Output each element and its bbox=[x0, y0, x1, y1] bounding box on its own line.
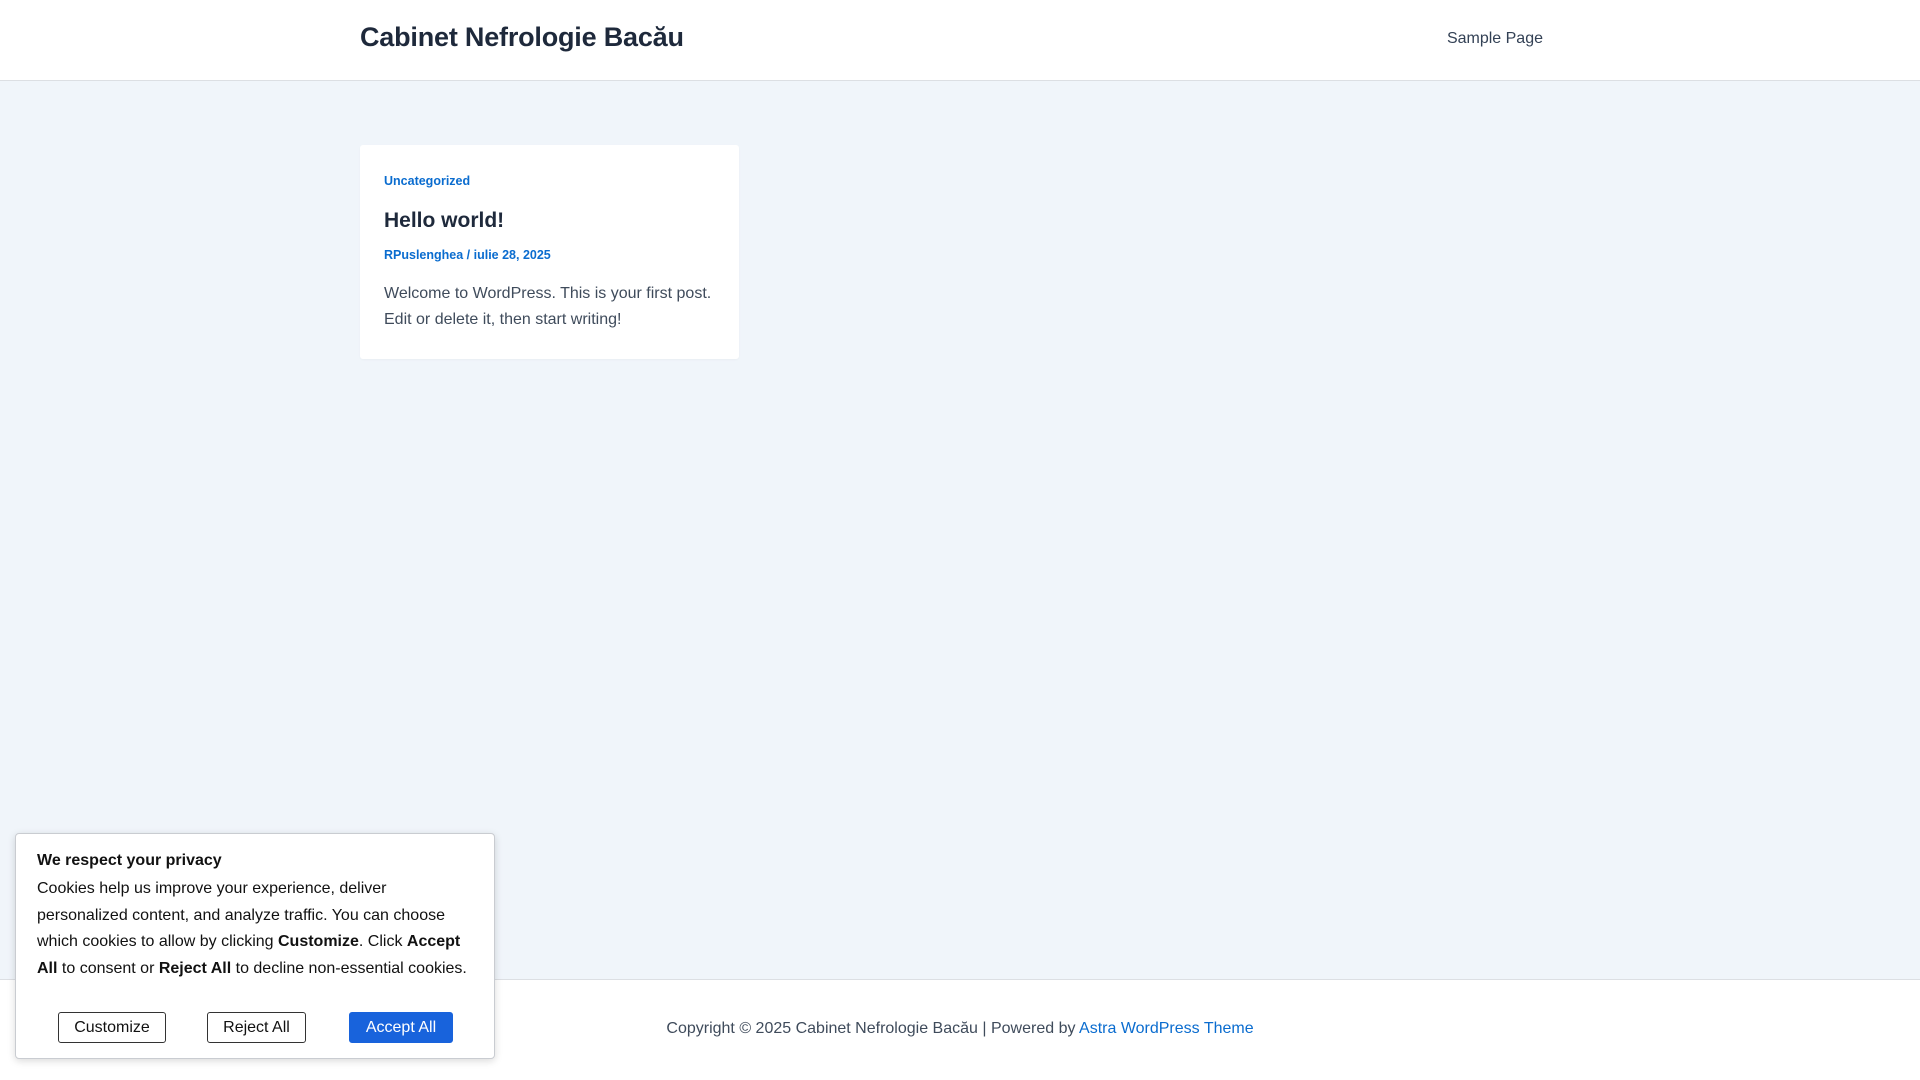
site-title-link[interactable]: Cabinet Nefrologie Bacău bbox=[360, 22, 684, 53]
cookie-banner-description: Cookies help us improve your experience,… bbox=[37, 876, 477, 982]
cookie-banner-title: We respect your privacy bbox=[37, 852, 222, 869]
post-meta: RPuslenghea / iulie 28, 2025 bbox=[384, 248, 551, 262]
post-excerpt: Welcome to WordPress. This is your first… bbox=[384, 285, 712, 328]
cookie-consent-banner: We respect your privacy Cookies help us … bbox=[15, 833, 495, 1059]
accept-all-button[interactable]: Accept All bbox=[349, 1012, 453, 1043]
site-header: Cabinet Nefrologie Bacău Sample Page bbox=[0, 0, 1920, 81]
nav-item-sample-page[interactable]: Sample Page bbox=[1447, 30, 1543, 48]
cookie-text-bold-customize: Customize bbox=[278, 933, 359, 950]
copyright-text: Copyright © 2025 Cabinet Nefrologie Bacă… bbox=[666, 1020, 1080, 1037]
reject-all-button[interactable]: Reject All bbox=[207, 1012, 306, 1043]
cookie-text-part: . Click bbox=[358, 933, 407, 950]
post-category-link[interactable]: Uncategorized bbox=[384, 174, 470, 188]
post-card: Uncategorized Hello world! RPuslenghea /… bbox=[360, 145, 739, 359]
customize-button[interactable]: Customize bbox=[58, 1012, 166, 1043]
astra-theme-link[interactable]: Astra WordPress Theme bbox=[1079, 1020, 1254, 1037]
cookie-text-bold-reject: Reject All bbox=[158, 959, 232, 977]
post-date-link[interactable]: iulie 28, 2025 bbox=[474, 248, 551, 262]
cookie-text-part: to consent or bbox=[57, 959, 159, 977]
cookie-text-part: to decline non-essential cookies. bbox=[231, 959, 467, 977]
post-meta-separator: / bbox=[463, 248, 474, 262]
post-author-link[interactable]: RPuslenghea bbox=[384, 248, 463, 262]
post-title-link[interactable]: Hello world! bbox=[384, 209, 504, 233]
